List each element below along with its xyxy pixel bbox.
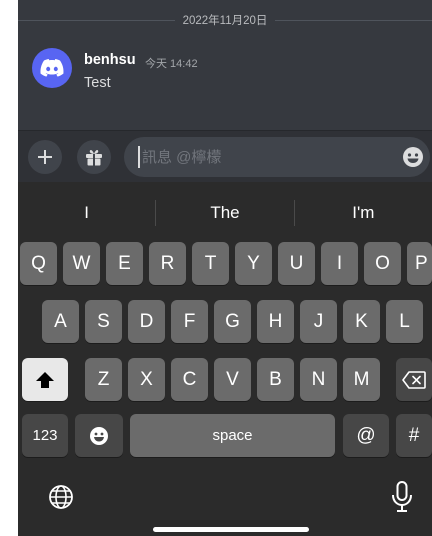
avatar[interactable] <box>32 48 72 88</box>
key-m[interactable]: M <box>343 358 380 401</box>
emoji-icon[interactable] <box>402 146 424 168</box>
shift-key[interactable] <box>22 358 68 401</box>
date-divider: 2022年11月20日 <box>18 10 432 30</box>
predictive-suggestions-bar: I The I'm <box>18 194 432 232</box>
emoji-key-icon <box>90 426 108 445</box>
key-z[interactable]: Z <box>85 358 122 401</box>
key-h[interactable]: H <box>257 300 294 343</box>
key-j[interactable]: J <box>300 300 337 343</box>
shift-icon <box>36 371 54 388</box>
key-k[interactable]: K <box>343 300 380 343</box>
suggestion-1[interactable]: I <box>18 203 155 223</box>
key-x[interactable]: X <box>128 358 165 401</box>
space-key[interactable]: space <box>130 414 335 457</box>
key-f[interactable]: F <box>171 300 208 343</box>
key-r[interactable]: R <box>149 242 186 285</box>
key-i[interactable]: I <box>321 242 358 285</box>
discord-logo-icon <box>40 59 64 77</box>
key-s[interactable]: S <box>85 300 122 343</box>
message-composer <box>18 130 432 182</box>
date-divider-text: 2022年11月20日 <box>182 15 268 27</box>
message-input[interactable] <box>142 137 382 177</box>
divider-line-left <box>18 19 175 21</box>
on-screen-keyboard: I The I'm Q W E R T Y U I O P A S D F G … <box>18 182 432 536</box>
key-p[interactable]: P <box>407 242 432 285</box>
home-indicator[interactable] <box>153 527 309 532</box>
gift-icon <box>86 149 102 166</box>
key-d[interactable]: D <box>128 300 165 343</box>
key-u[interactable]: U <box>278 242 315 285</box>
key-t[interactable]: T <box>192 242 229 285</box>
backspace-icon <box>402 370 426 389</box>
key-a[interactable]: A <box>42 300 79 343</box>
key-b[interactable]: B <box>257 358 294 401</box>
divider-line-right <box>275 19 432 21</box>
text-caret <box>138 146 140 168</box>
phone-screen: 2022年11月20日 benhsu 今天 14:42 Test 訊息 @檸檬 … <box>18 0 432 536</box>
key-v[interactable]: V <box>214 358 251 401</box>
suggestion-2[interactable]: The <box>156 203 293 223</box>
chat-message[interactable]: benhsu 今天 14:42 Test <box>32 46 422 96</box>
message-timestamp: 今天 14:42 <box>145 58 198 70</box>
key-l[interactable]: L <box>386 300 423 343</box>
emoji-keyboard-key[interactable] <box>75 414 123 457</box>
key-c[interactable]: C <box>171 358 208 401</box>
backspace-key[interactable] <box>396 358 432 401</box>
hash-key[interactable]: # <box>396 414 432 457</box>
globe-icon[interactable] <box>46 482 76 512</box>
message-author[interactable]: benhsu <box>84 52 136 68</box>
key-q[interactable]: Q <box>20 242 57 285</box>
message-text: Test <box>84 75 111 91</box>
at-key[interactable]: @ <box>343 414 389 457</box>
key-n[interactable]: N <box>300 358 337 401</box>
suggestion-3[interactable]: I'm <box>295 203 432 223</box>
message-input-container[interactable] <box>124 137 430 177</box>
key-e[interactable]: E <box>106 242 143 285</box>
gift-button[interactable] <box>77 140 111 174</box>
key-g[interactable]: G <box>214 300 251 343</box>
key-w[interactable]: W <box>63 242 100 285</box>
key-y[interactable]: Y <box>235 242 272 285</box>
numbers-key[interactable]: 123 <box>22 414 68 457</box>
microphone-icon[interactable] <box>390 480 414 514</box>
key-o[interactable]: O <box>364 242 401 285</box>
attach-button[interactable] <box>28 140 62 174</box>
plus-icon <box>38 150 52 164</box>
